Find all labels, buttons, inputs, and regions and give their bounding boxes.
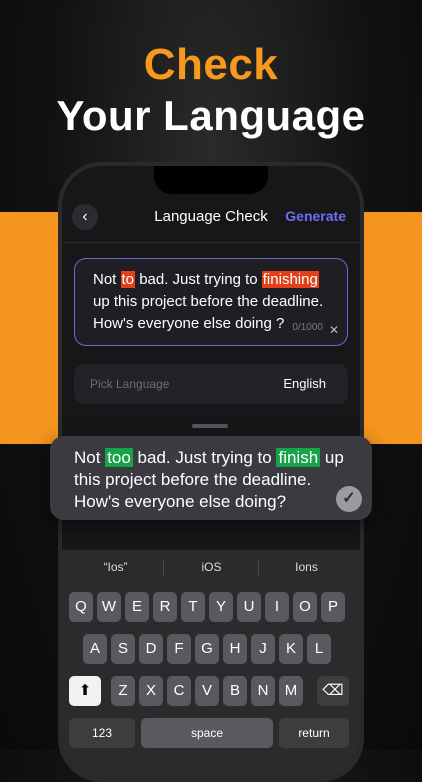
highlighted-word: finish [276, 448, 321, 467]
key-e[interactable]: E [125, 592, 149, 622]
sheet-grabber[interactable] [192, 424, 228, 428]
key-t[interactable]: T [181, 592, 205, 622]
phone-notch [154, 166, 268, 194]
highlighted-word: finishing [261, 271, 319, 288]
key-z[interactable]: Z [111, 676, 135, 706]
suggestion-2[interactable]: iOS [164, 560, 259, 574]
numbers-key[interactable]: 123 [69, 718, 135, 748]
key-n[interactable]: N [251, 676, 275, 706]
key-a[interactable]: A [83, 634, 107, 664]
text-input-area[interactable]: Not to bad. Just trying to finishing up … [74, 258, 348, 346]
key-v[interactable]: V [195, 676, 219, 706]
text-segment: Not [93, 271, 121, 288]
language-picker-value: English [283, 376, 326, 391]
backspace-key[interactable]: ⌫ [317, 676, 349, 706]
key-k[interactable]: K [279, 634, 303, 664]
key-p[interactable]: P [321, 592, 345, 622]
suggestion-3[interactable]: Ions [259, 560, 354, 574]
key-i[interactable]: I [265, 592, 289, 622]
headline-check: Check [143, 40, 279, 89]
space-key[interactable]: space [141, 718, 273, 748]
key-g[interactable]: G [195, 634, 219, 664]
highlighted-word: to [120, 271, 136, 288]
clear-icon[interactable]: ✕ [329, 319, 339, 341]
key-w[interactable]: W [97, 592, 121, 622]
input-text: Not to bad. Just trying to finishing up … [93, 271, 323, 332]
correction-card: Not too bad. Just trying to finish up th… [50, 436, 372, 520]
language-picker[interactable]: Pick Language English [74, 364, 348, 404]
character-counter: 0/1000 [292, 322, 323, 333]
key-x[interactable]: X [139, 676, 163, 706]
keyboard: “Ios” iOS Ions Q W E R T Y U I O P A S D F G H J K L ⬆ Z X C V B… [62, 550, 360, 778]
accent-band-right [360, 212, 422, 444]
check-icon[interactable]: ✓ [336, 486, 362, 512]
generate-button[interactable]: Generate [285, 208, 346, 224]
text-segment: bad. Just trying to [135, 271, 262, 288]
key-o[interactable]: O [293, 592, 317, 622]
key-q[interactable]: Q [69, 592, 93, 622]
key-c[interactable]: C [167, 676, 191, 706]
key-l[interactable]: L [307, 634, 331, 664]
corrected-text: Not too bad. Just trying to finish up th… [74, 448, 344, 511]
key-h[interactable]: H [223, 634, 247, 664]
nav-divider [62, 242, 360, 243]
key-s[interactable]: S [111, 634, 135, 664]
key-b[interactable]: B [223, 676, 247, 706]
highlighted-word: too [105, 448, 133, 467]
key-j[interactable]: J [251, 634, 275, 664]
text-segment: up this project before the deadline. How… [93, 293, 324, 332]
key-m[interactable]: M [279, 676, 303, 706]
accent-band-left [0, 212, 62, 444]
language-picker-label: Pick Language [90, 377, 170, 391]
text-segment: Not [74, 448, 106, 467]
suggestion-bar: “Ios” iOS Ions [62, 550, 360, 584]
key-y[interactable]: Y [209, 592, 233, 622]
text-segment: bad. Just trying to [132, 448, 277, 467]
key-r[interactable]: R [153, 592, 177, 622]
key-u[interactable]: U [237, 592, 261, 622]
suggestion-1[interactable]: “Ios” [68, 560, 163, 574]
shift-key[interactable]: ⬆ [69, 676, 101, 706]
return-key[interactable]: return [279, 718, 349, 748]
key-d[interactable]: D [139, 634, 163, 664]
key-f[interactable]: F [167, 634, 191, 664]
headline-your-language: Your Language [56, 92, 366, 139]
